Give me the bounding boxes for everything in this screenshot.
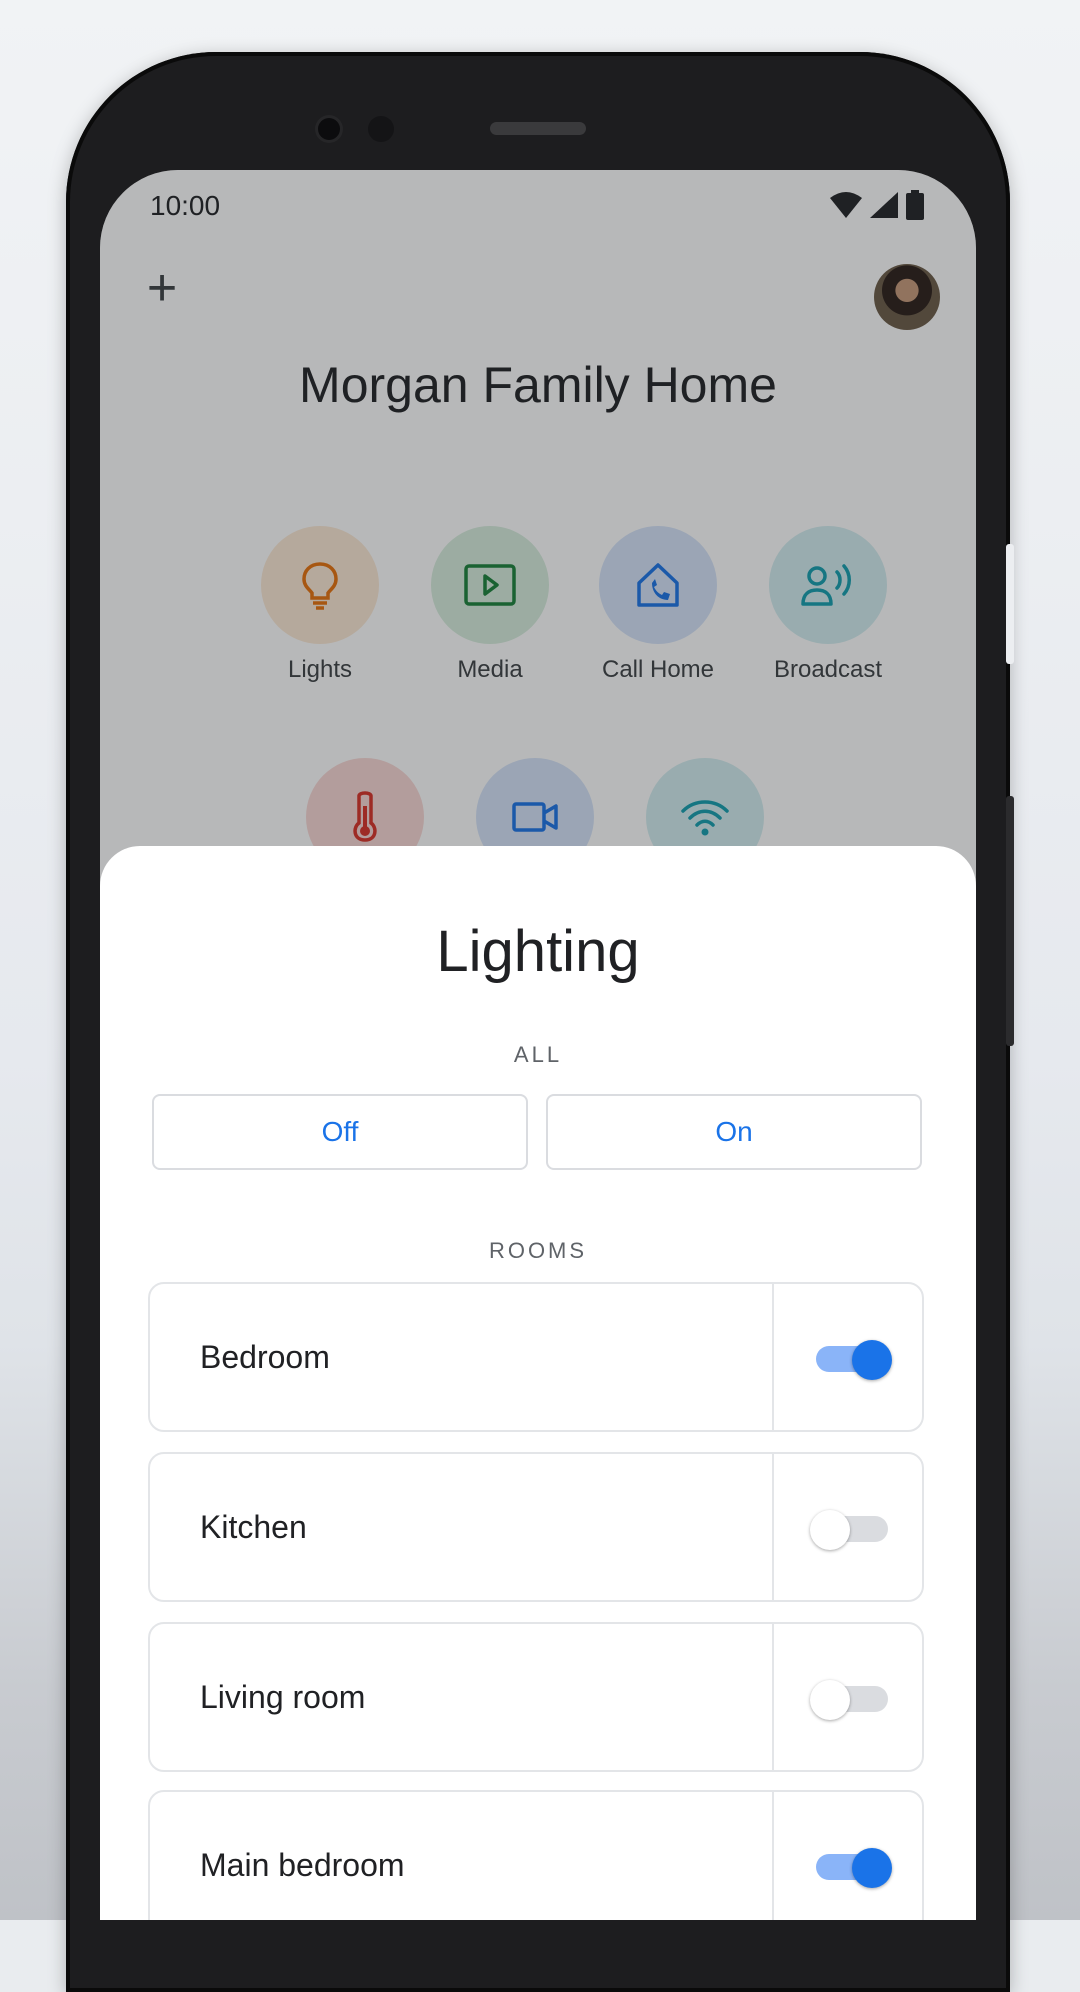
room-name: Kitchen xyxy=(200,1508,307,1545)
phone-speaker xyxy=(490,122,586,135)
all-section-label: ALL xyxy=(513,1042,563,1067)
room-card-main-bedroom[interactable]: Main bedroom xyxy=(148,1790,924,1920)
room-card-kitchen[interactable]: Kitchen xyxy=(148,1452,924,1602)
room-divider xyxy=(772,1454,774,1600)
room-name: Living room xyxy=(200,1678,366,1715)
room-toggle-living-room[interactable] xyxy=(810,1680,890,1720)
sheet-title: Lighting xyxy=(436,919,640,984)
all-on-button[interactable]: On xyxy=(546,1094,922,1170)
phone-volume-button xyxy=(1006,796,1014,1046)
front-sensor xyxy=(368,116,394,142)
room-toggle-bedroom[interactable] xyxy=(810,1340,892,1380)
phone-side-highlight xyxy=(1006,544,1014,664)
room-toggle-kitchen[interactable] xyxy=(810,1510,890,1550)
toggle-thumb xyxy=(852,1340,892,1380)
room-name: Bedroom xyxy=(200,1338,330,1375)
toggle-thumb xyxy=(852,1848,892,1888)
room-card-living-room[interactable]: Living room xyxy=(148,1622,924,1772)
all-off-button[interactable]: Off xyxy=(152,1094,528,1170)
room-toggle-main-bedroom[interactable] xyxy=(810,1848,892,1888)
rooms-section-label: ROOMS xyxy=(488,1238,588,1263)
room-name: Main bedroom xyxy=(200,1846,405,1883)
room-divider xyxy=(772,1792,774,1920)
room-divider xyxy=(772,1284,774,1430)
toggle-thumb xyxy=(810,1510,850,1550)
room-card-bedroom[interactable]: Bedroom xyxy=(148,1282,924,1432)
phone-screen: 10:00 + Morgan Family Home Lights Media … xyxy=(100,170,976,1920)
front-camera xyxy=(318,118,340,140)
toggle-thumb xyxy=(810,1680,850,1720)
room-divider xyxy=(772,1624,774,1770)
